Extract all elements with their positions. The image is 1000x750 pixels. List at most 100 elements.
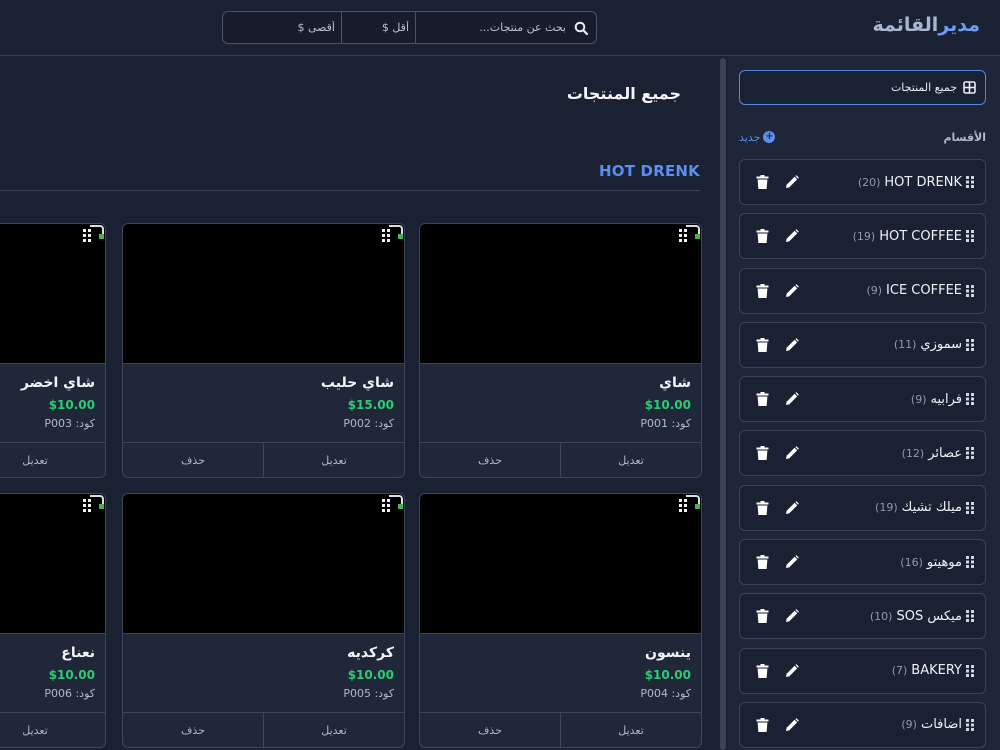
category-item[interactable]: ICE COFFEE (9): [739, 267, 986, 314]
product-card[interactable]: شاي اخضر $10.00 كود: P003 تعديل حذف: [0, 223, 106, 478]
search-input[interactable]: [416, 12, 566, 43]
product-code: كود: P005: [343, 687, 394, 700]
pencil-icon[interactable]: [784, 174, 800, 190]
category-item[interactable]: ميكس SOS (10): [739, 593, 986, 640]
product-card[interactable]: ينسون $10.00 كود: P004 تعديل حذف: [419, 493, 702, 748]
trash-icon[interactable]: [754, 500, 770, 516]
card-actions: تعديل حذف: [0, 712, 105, 747]
search-icon[interactable]: [566, 12, 596, 43]
category-name: HOT COFFEE: [879, 228, 962, 244]
product-code: كود: P002: [343, 417, 394, 430]
product-code: كود: P003: [44, 417, 95, 430]
min-price-input[interactable]: [342, 12, 416, 43]
trash-icon[interactable]: [754, 663, 770, 679]
category-list: HOT DRENK (20) HOT COFFEE (19) ICE COFFE…: [739, 159, 986, 750]
category-item[interactable]: HOT COFFEE (19): [739, 213, 986, 260]
card-actions: تعديل حذف: [0, 442, 105, 477]
category-count: (12): [901, 446, 925, 460]
product-image: [123, 494, 404, 634]
product-card[interactable]: شاي $10.00 كود: P001 تعديل حذف: [419, 223, 702, 478]
grip-icon[interactable]: [966, 447, 975, 460]
product-card[interactable]: كركديه $10.00 كود: P005 تعديل حذف: [122, 493, 405, 748]
category-item[interactable]: اضافات (9): [739, 701, 986, 748]
pencil-icon[interactable]: [784, 337, 800, 353]
category-item[interactable]: BAKERY (7): [739, 647, 986, 694]
edit-button[interactable]: تعديل: [561, 443, 701, 477]
grip-icon[interactable]: [966, 556, 975, 569]
pencil-icon[interactable]: [784, 445, 800, 461]
delete-button[interactable]: حذف: [123, 713, 264, 747]
section-divider: [0, 190, 700, 191]
trash-icon[interactable]: [754, 608, 770, 624]
search-bar: [222, 11, 597, 44]
pencil-icon[interactable]: [784, 228, 800, 244]
category-item[interactable]: سموزي (11): [739, 321, 986, 368]
grip-icon[interactable]: [966, 393, 975, 406]
category-actions: [754, 717, 800, 733]
scrollbar-thumb[interactable]: [720, 58, 726, 750]
grip-icon[interactable]: [966, 230, 975, 243]
trash-icon[interactable]: [754, 445, 770, 461]
grip-icon[interactable]: [966, 176, 975, 188]
delete-button[interactable]: حذف: [420, 713, 561, 747]
product-name: نعناع: [61, 645, 95, 661]
category-item[interactable]: ميلك تشيك (19): [739, 484, 986, 531]
category-item[interactable]: موهيتو (16): [739, 539, 986, 586]
categories-title: الأقسام: [943, 130, 986, 144]
product-card[interactable]: شاي حليب $15.00 كود: P002 تعديل حذف: [122, 223, 405, 478]
trash-icon[interactable]: [754, 337, 770, 353]
product-card[interactable]: نعناع $10.00 كود: P006 تعديل حذف: [0, 493, 106, 748]
categories-header: الأقسام + جديد: [739, 128, 986, 146]
grip-icon[interactable]: [679, 498, 689, 512]
trash-icon[interactable]: [754, 554, 770, 570]
grip-icon[interactable]: [966, 664, 975, 677]
category-count: (7): [891, 664, 908, 678]
grip-icon[interactable]: [679, 228, 689, 242]
grip-icon[interactable]: [966, 718, 975, 731]
delete-button[interactable]: حذف: [420, 443, 561, 477]
category-actions: [754, 608, 800, 624]
edit-button[interactable]: تعديل: [0, 713, 105, 747]
card-actions: تعديل حذف: [123, 442, 404, 477]
grip-icon[interactable]: [83, 498, 93, 512]
all-products-label: جميع المنتجات: [890, 81, 957, 94]
trash-icon[interactable]: [754, 717, 770, 733]
edit-button[interactable]: تعديل: [0, 443, 105, 477]
grip-icon[interactable]: [382, 498, 392, 512]
delete-button[interactable]: حذف: [123, 443, 264, 477]
trash-icon[interactable]: [754, 228, 770, 244]
category-name: عصائر: [928, 445, 962, 461]
product-code: كود: P006: [44, 687, 95, 700]
pencil-icon[interactable]: [784, 554, 800, 570]
grip-icon[interactable]: [382, 228, 392, 242]
product-name: ينسون: [645, 645, 691, 661]
grip-icon[interactable]: [966, 610, 975, 623]
pencil-icon[interactable]: [784, 717, 800, 733]
pencil-icon[interactable]: [784, 663, 800, 679]
main-scrollbar[interactable]: [719, 56, 728, 750]
edit-button[interactable]: تعديل: [264, 713, 404, 747]
grip-icon[interactable]: [966, 501, 975, 514]
card-actions: تعديل حذف: [420, 712, 701, 747]
edit-button[interactable]: تعديل: [264, 443, 404, 477]
trash-icon[interactable]: [754, 391, 770, 407]
edit-button[interactable]: تعديل: [561, 713, 701, 747]
category-name: اضافات: [920, 717, 962, 733]
pencil-icon[interactable]: [784, 608, 800, 624]
new-category-button[interactable]: + جديد: [739, 131, 776, 144]
category-item[interactable]: عصائر (12): [739, 430, 986, 477]
trash-icon[interactable]: [754, 283, 770, 299]
product-name: شاي: [659, 375, 691, 391]
grip-icon[interactable]: [966, 284, 975, 297]
all-products-button[interactable]: جميع المنتجات: [739, 70, 986, 105]
pencil-icon[interactable]: [784, 500, 800, 516]
category-item[interactable]: فرابيه (9): [739, 376, 986, 423]
trash-icon[interactable]: [754, 174, 770, 190]
category-item[interactable]: HOT DRENK (20): [739, 159, 986, 205]
pencil-icon[interactable]: [784, 283, 800, 299]
grip-icon[interactable]: [83, 228, 93, 242]
grip-icon[interactable]: [966, 338, 975, 351]
max-price-input[interactable]: [268, 12, 342, 43]
plus-circle-icon: +: [763, 131, 776, 143]
pencil-icon[interactable]: [784, 391, 800, 407]
